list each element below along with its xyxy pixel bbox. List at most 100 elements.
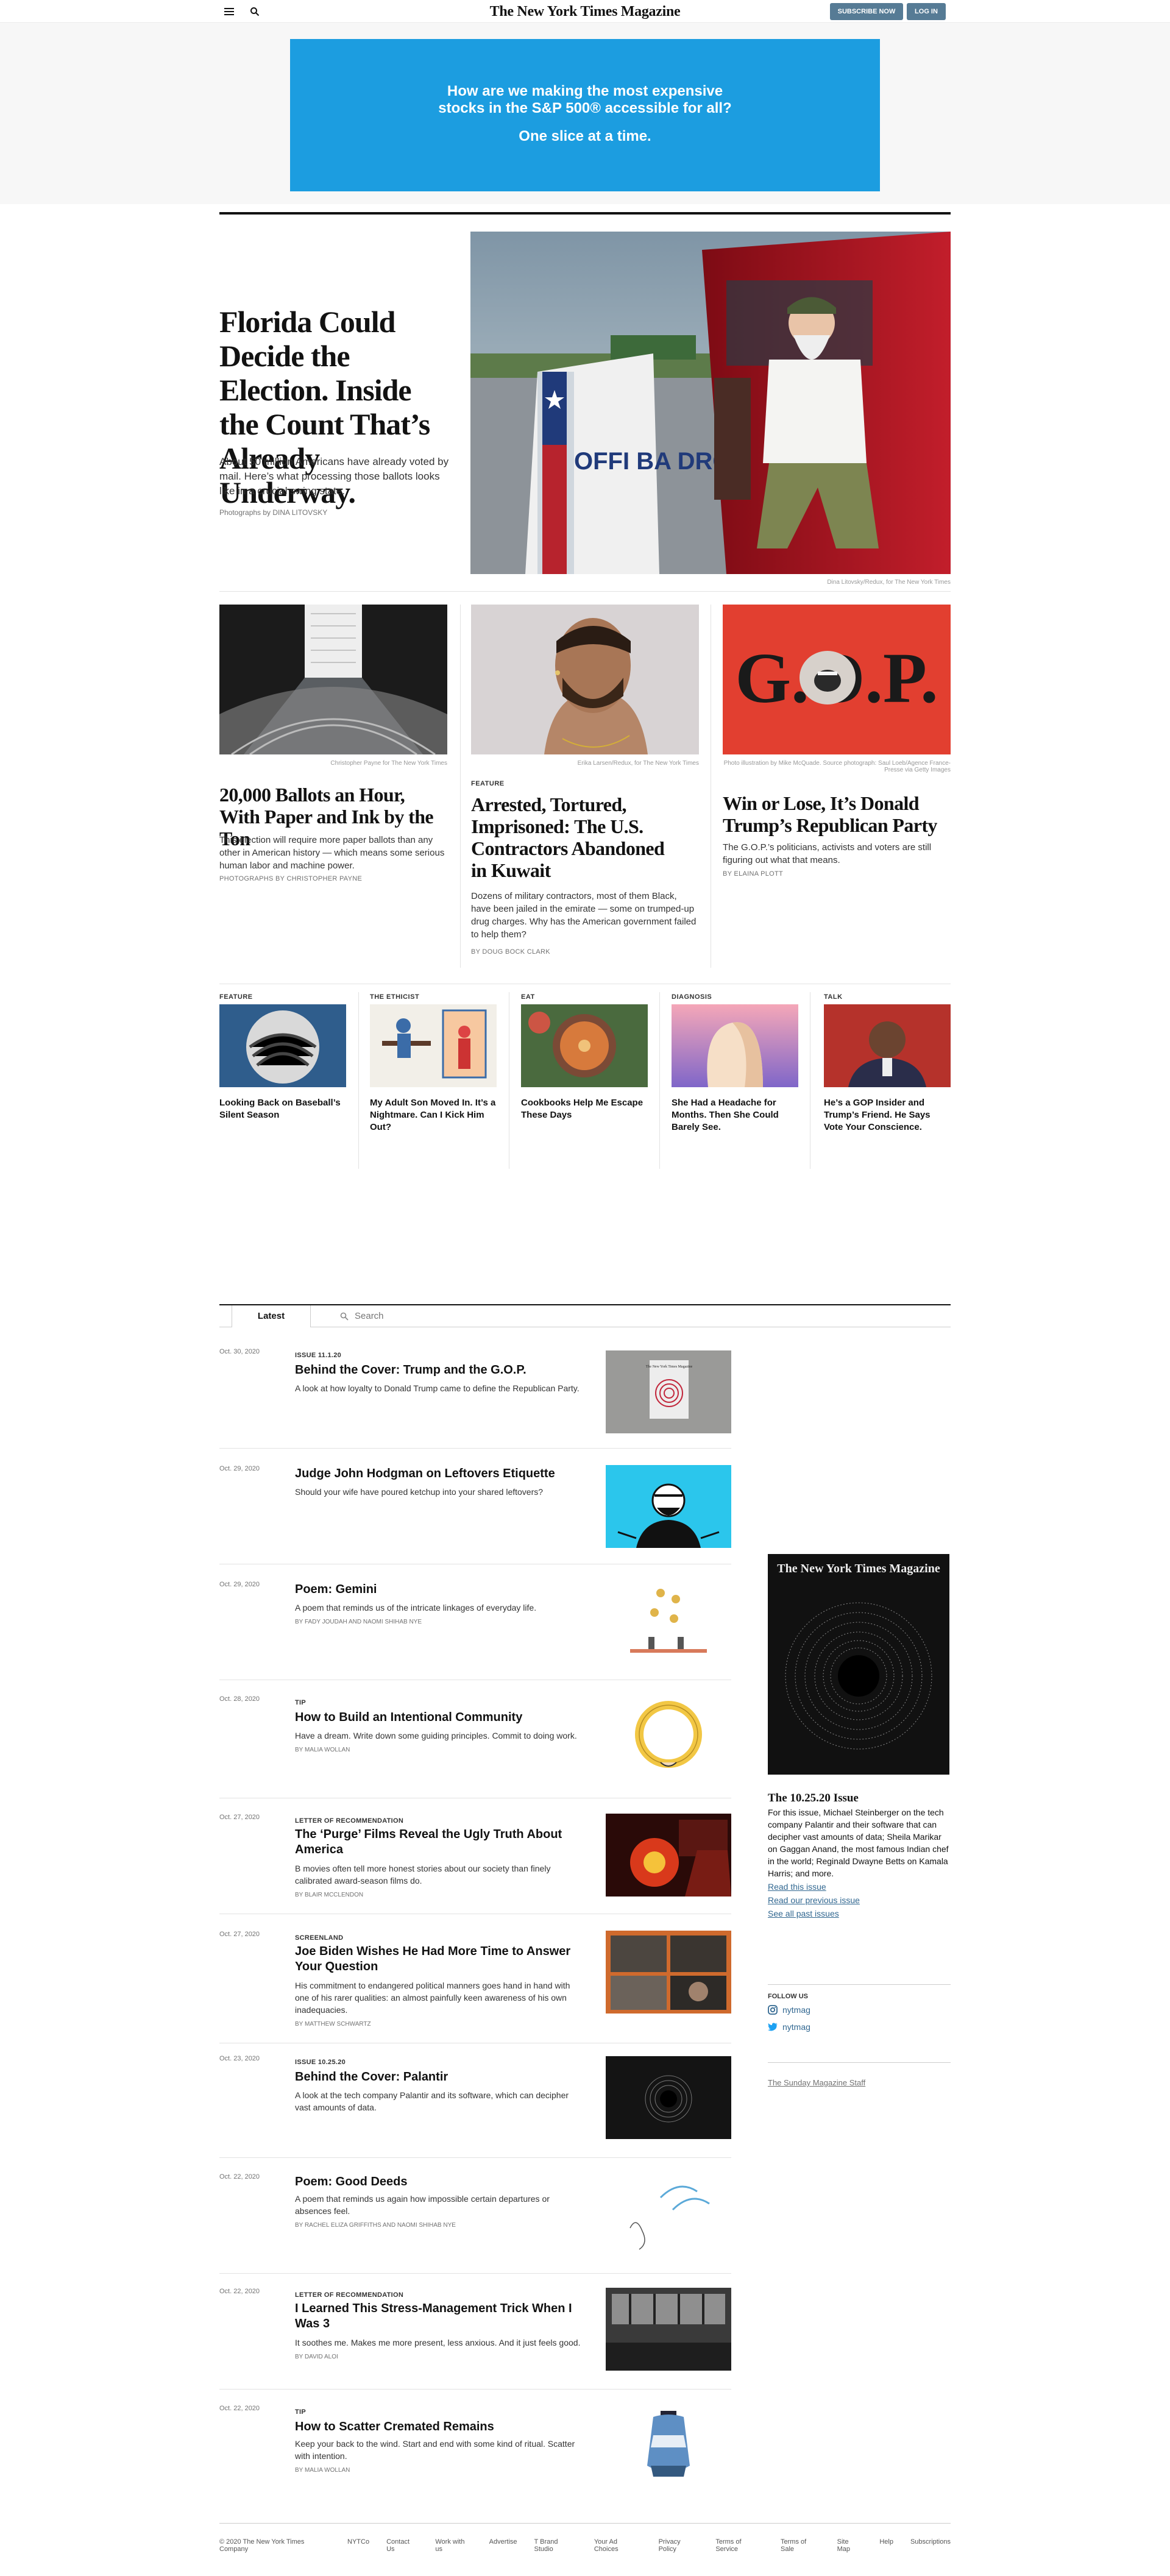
stream-headline[interactable]: Poem: Gemini xyxy=(295,1582,581,1597)
read-issue-link[interactable]: Read this issue xyxy=(768,1882,826,1892)
divider xyxy=(219,591,951,592)
card-headline[interactable]: He’s a GOP Insider and Trump’s Friend. H… xyxy=(824,1097,951,1134)
stream-byline: By MATTHEW SCHWARTZ xyxy=(295,2021,371,2028)
footer-link-work[interactable]: Work with us xyxy=(435,2538,472,2553)
stream-thumbnail[interactable] xyxy=(606,1931,731,2014)
feature-image-ballot-printer[interactable] xyxy=(219,605,447,754)
footer-link-nytco[interactable]: NYTCo xyxy=(347,2538,369,2553)
feature-image-gop-illustration[interactable]: G.O.P. xyxy=(723,605,951,754)
stream-headline[interactable]: How to Build an Intentional Community xyxy=(295,1710,581,1725)
ad-line-1: How are we making the most expensive xyxy=(447,83,723,99)
stream-thumbnail[interactable] xyxy=(606,2173,731,2256)
stream-headline[interactable]: Behind the Cover: Palantir xyxy=(295,2070,581,2085)
stream-date: Oct. 23, 2020 xyxy=(219,2055,260,2062)
stream-headline[interactable]: Judge John Hodgman on Leftovers Etiquett… xyxy=(295,1466,581,1481)
ad-line-2: stocks in the S&P 500® accessible for al… xyxy=(438,100,732,116)
feature-image-portrait[interactable] xyxy=(471,605,699,754)
hero-image[interactable]: OFFI BA DROP xyxy=(470,232,951,574)
feature-caption: Christopher Payne for The New York Times xyxy=(330,760,447,767)
stream-thumbnail[interactable] xyxy=(606,1814,731,1897)
footer-divider xyxy=(219,2523,951,2524)
stream-divider xyxy=(219,2389,731,2390)
footer-link-terms-sale[interactable]: Terms of Sale xyxy=(781,2538,820,2553)
magazine-cover[interactable]: The New York Times Magazine xyxy=(768,1554,949,1775)
rail-divider xyxy=(768,1984,951,1985)
twitter-link[interactable]: nytmag xyxy=(768,2022,810,2032)
footer: © 2020 The New York Times Company NYTCo … xyxy=(219,2538,951,2553)
stream-headline[interactable]: How to Scatter Cremated Remains xyxy=(295,2419,581,2435)
stream-date: Oct. 30, 2020 xyxy=(219,1348,260,1355)
feature-byline: By ELAINA PLOTT xyxy=(723,870,784,878)
issue-title[interactable]: The 10.25.20 Issue xyxy=(768,1792,859,1805)
stream-thumbnail[interactable] xyxy=(606,2405,731,2488)
stream-thumbnail[interactable] xyxy=(606,1465,731,1548)
magazine-staff-link[interactable]: The Sunday Magazine Staff xyxy=(768,2078,865,2087)
footer-link-subscriptions[interactable]: Subscriptions xyxy=(910,2538,951,2553)
subscribe-button[interactable]: SUBSCRIBE NOW xyxy=(830,3,903,20)
stream-headline[interactable]: Joe Biden Wishes He Had More Time to Ans… xyxy=(295,1944,581,1975)
stream-thumbnail[interactable] xyxy=(606,2288,731,2371)
hamburger-icon[interactable] xyxy=(224,8,234,15)
footer-link-sitemap[interactable]: Site Map xyxy=(837,2538,863,2553)
stream-date: Oct. 28, 2020 xyxy=(219,1695,260,1703)
stream-kicker: LETTER OF RECOMMENDATION xyxy=(295,1817,404,1825)
stream-summary: B movies often tell more honest stories … xyxy=(295,1864,551,1886)
search-input[interactable] xyxy=(339,1309,522,1324)
instagram-link[interactable]: nytmag xyxy=(768,2005,810,2015)
stream-byline: By RACHEL ELIZA GRIFFITHS and NAOMI SHIH… xyxy=(295,2222,456,2229)
masthead-logo[interactable]: The New York Times Magazine xyxy=(463,4,707,20)
past-issues-link[interactable]: See all past issues xyxy=(768,1909,839,1918)
stream-date: Oct. 27, 2020 xyxy=(219,1931,260,1938)
card-kicker: THE ETHICIST xyxy=(370,993,420,1001)
stream-date: Oct. 27, 2020 xyxy=(219,1814,260,1821)
card-headline[interactable]: She Had a Headache for Months. Then She … xyxy=(672,1097,798,1134)
rail-divider xyxy=(768,2062,951,2063)
stream-thumbnail[interactable] xyxy=(606,2056,731,2139)
tab-latest[interactable]: Latest xyxy=(232,1305,311,1327)
stream-headline[interactable]: Behind the Cover: Trump and the G.O.P. xyxy=(295,1363,581,1378)
stream-headline[interactable]: The ‘Purge’ Films Reveal the Ugly Truth … xyxy=(295,1827,581,1857)
stream-thumbnail[interactable]: The New York Times Magazine xyxy=(606,1350,731,1433)
card-headline[interactable]: Looking Back on Baseball’s Silent Season xyxy=(219,1097,346,1121)
stream-kicker: LETTER OF RECOMMENDATION xyxy=(295,2291,404,2299)
advertisement-banner[interactable]: How are we making the most expensive sto… xyxy=(290,39,880,191)
footer-link-terms-service[interactable]: Terms of Service xyxy=(715,2538,764,2553)
feature-headline[interactable]: Arrested, Tortured, Imprisoned: The U.S.… xyxy=(471,793,672,881)
stream-thumbnail[interactable] xyxy=(606,1695,731,1778)
card-image-baseball[interactable] xyxy=(219,1004,346,1087)
card-image-cookbook[interactable] xyxy=(521,1004,648,1087)
stream-thumbnail[interactable] xyxy=(606,1581,731,1664)
stream-divider xyxy=(219,2273,731,2274)
card-kicker: DIAGNOSIS xyxy=(672,993,712,1001)
card-headline[interactable]: Cookbooks Help Me Escape These Days xyxy=(521,1097,648,1121)
footer-link-adchoices[interactable]: Your Ad Choices xyxy=(594,2538,642,2553)
stream-kicker: TIP xyxy=(295,1699,307,1706)
card-image-diagnosis[interactable] xyxy=(672,1004,798,1087)
search-icon[interactable] xyxy=(250,7,260,16)
footer-link-contact[interactable]: Contact Us xyxy=(386,2538,418,2553)
hero-credit: Photographs by DINA LITOVSKY xyxy=(219,508,328,517)
stream-date: Oct. 22, 2020 xyxy=(219,2173,260,2180)
stream-headline[interactable]: I Learned This Stress-Management Trick W… xyxy=(295,2301,581,2332)
footer-link-tbrand[interactable]: T Brand Studio xyxy=(534,2538,577,2553)
top-bar: The New York Times Magazine SUBSCRIBE NO… xyxy=(0,0,1170,23)
feature-headline[interactable]: Win or Lose, It’s Donald Trump’s Republi… xyxy=(723,792,951,836)
footer-link-privacy[interactable]: Privacy Policy xyxy=(659,2538,699,2553)
feature-caption: Erika Larsen/Redux, for The New York Tim… xyxy=(577,760,699,767)
card-headline[interactable]: My Adult Son Moved In. It’s a Nightmare.… xyxy=(370,1097,497,1134)
stream-byline: By MALIA WOLLAN xyxy=(295,2467,350,2474)
stream-summary: A look at how loyalty to Donald Trump ca… xyxy=(295,1383,580,1393)
card-kicker: FEATURE xyxy=(219,993,253,1001)
issue-summary: For this issue, Michael Steinberger on t… xyxy=(768,1808,949,1878)
instagram-icon xyxy=(768,2005,778,2015)
login-button[interactable]: LOG IN xyxy=(907,3,946,20)
footer-link-help[interactable]: Help xyxy=(879,2538,893,2553)
stream-headline[interactable]: Poem: Good Deeds xyxy=(295,2174,581,2190)
footer-link-advertise[interactable]: Advertise xyxy=(489,2538,517,2553)
column-divider xyxy=(358,992,359,1169)
stream-kicker: SCREENLAND xyxy=(295,1934,344,1942)
card-image-talk[interactable] xyxy=(824,1004,951,1087)
section-divider xyxy=(219,212,951,215)
card-image-ethicist[interactable] xyxy=(370,1004,497,1087)
previous-issue-link[interactable]: Read our previous issue xyxy=(768,1895,860,1905)
